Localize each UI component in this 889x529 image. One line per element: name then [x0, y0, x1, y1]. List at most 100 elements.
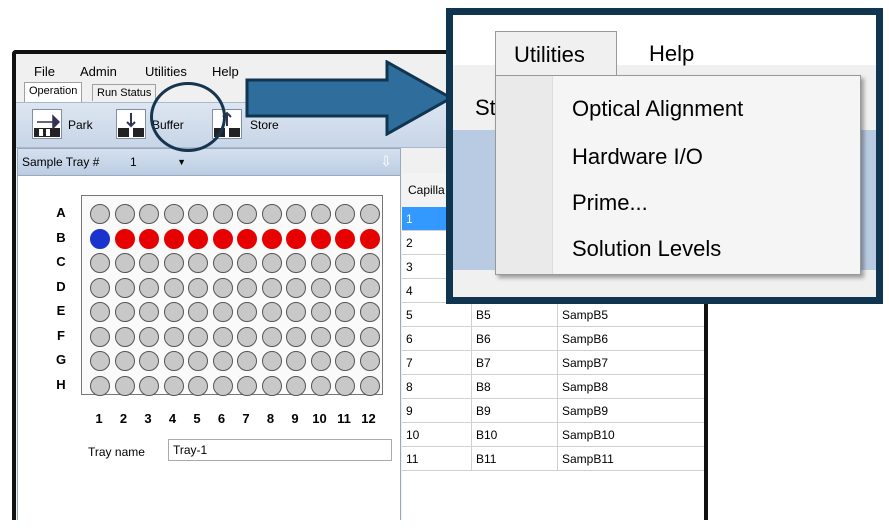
well-g8[interactable] [261, 351, 282, 371]
well-d4[interactable] [163, 277, 184, 298]
menu-item-hardware-io[interactable]: Hardware I/O [572, 144, 703, 170]
well-f11[interactable] [335, 326, 355, 347]
well-d12[interactable] [359, 277, 380, 298]
well-a2[interactable] [114, 204, 135, 224]
well-f8[interactable] [261, 326, 282, 347]
well-h2[interactable] [114, 375, 135, 396]
well-g5[interactable] [188, 351, 208, 371]
well-g6[interactable] [212, 351, 233, 371]
well-b10[interactable] [310, 228, 331, 249]
well-f4[interactable] [163, 326, 184, 347]
capillary-column-header[interactable]: Capilla [408, 183, 445, 197]
well-g9[interactable] [286, 351, 306, 371]
well-a5[interactable] [188, 204, 208, 224]
well-e6[interactable] [212, 302, 233, 322]
well-e10[interactable] [310, 302, 331, 322]
well-a7[interactable] [237, 204, 257, 224]
well-e5[interactable] [188, 302, 208, 322]
well-f9[interactable] [286, 326, 306, 347]
menu-admin[interactable]: Admin [80, 64, 117, 79]
well-f5[interactable] [188, 326, 208, 347]
well-d8[interactable] [261, 277, 282, 298]
well-f1[interactable] [90, 326, 110, 347]
well-h8[interactable] [261, 375, 282, 396]
well-d3[interactable] [139, 277, 159, 298]
well-a9[interactable] [286, 204, 306, 224]
well-e11[interactable] [335, 302, 355, 322]
menu-item-optical-alignment[interactable]: Optical Alignment [572, 96, 743, 122]
sample-tray-select[interactable]: 1 ▼ [130, 153, 190, 171]
table-row[interactable]: 11 B11 SampB11 [402, 447, 704, 471]
well-e3[interactable] [139, 302, 159, 322]
well-g12[interactable] [359, 351, 380, 371]
well-d1[interactable] [90, 277, 110, 298]
well-c8[interactable] [261, 253, 282, 273]
well-c1[interactable] [90, 253, 110, 273]
well-f7[interactable] [237, 326, 257, 347]
well-c10[interactable] [310, 253, 331, 273]
well-f12[interactable] [359, 326, 380, 347]
well-b9[interactable] [286, 228, 306, 249]
well-h12[interactable] [359, 375, 380, 396]
well-g11[interactable] [335, 351, 355, 371]
buffer-icon[interactable] [116, 109, 146, 139]
well-h9[interactable] [286, 375, 306, 396]
well-d6[interactable] [212, 277, 233, 298]
well-c2[interactable] [114, 253, 135, 273]
well-f6[interactable] [212, 326, 233, 347]
well-h11[interactable] [335, 375, 355, 396]
well-e1[interactable] [90, 302, 110, 322]
well-h6[interactable] [212, 375, 233, 396]
table-row[interactable]: 7 B7 SampB7 [402, 351, 704, 375]
well-e7[interactable] [237, 302, 257, 322]
well-g4[interactable] [163, 351, 184, 371]
well-f10[interactable] [310, 326, 331, 347]
table-row[interactable]: 9 B9 SampB9 [402, 399, 704, 423]
menu-item-prime[interactable]: Prime... [572, 190, 648, 216]
well-e4[interactable] [163, 302, 184, 322]
well-d9[interactable] [286, 277, 306, 298]
well-b12[interactable] [359, 228, 380, 249]
tab-operation[interactable]: Operation [24, 82, 83, 102]
well-d2[interactable] [114, 277, 135, 298]
well-g3[interactable] [139, 351, 159, 371]
well-b2[interactable] [114, 228, 135, 249]
well-b3[interactable] [139, 228, 159, 249]
well-a3[interactable] [139, 204, 159, 224]
well-h4[interactable] [163, 375, 184, 396]
well-e12[interactable] [359, 302, 380, 322]
well-e2[interactable] [114, 302, 135, 322]
menu-file[interactable]: File [34, 64, 55, 79]
well-b4[interactable] [163, 228, 184, 249]
well-c3[interactable] [139, 253, 159, 273]
well-g1[interactable] [90, 351, 110, 371]
menu-item-solution-levels[interactable]: Solution Levels [572, 236, 721, 262]
well-d11[interactable] [335, 277, 355, 298]
well-h10[interactable] [310, 375, 331, 396]
download-icon[interactable]: ⇩ [380, 153, 392, 170]
well-h3[interactable] [139, 375, 159, 396]
well-f2[interactable] [114, 326, 135, 347]
well-h5[interactable] [188, 375, 208, 396]
well-a6[interactable] [212, 204, 233, 224]
well-c4[interactable] [163, 253, 184, 273]
zoom-menu-utilities[interactable]: Utilities [495, 31, 617, 75]
well-b8[interactable] [261, 228, 282, 249]
well-a1[interactable] [90, 204, 110, 224]
well-d5[interactable] [188, 277, 208, 298]
well-e8[interactable] [261, 302, 282, 322]
park-icon[interactable] [32, 109, 62, 139]
well-b5[interactable] [188, 228, 208, 249]
well-c12[interactable] [359, 253, 380, 273]
well-b11[interactable] [335, 228, 355, 249]
well-a8[interactable] [261, 204, 282, 224]
well-c7[interactable] [237, 253, 257, 273]
well-c9[interactable] [286, 253, 306, 273]
well-a11[interactable] [335, 204, 355, 224]
well-a10[interactable] [310, 204, 331, 224]
well-b1[interactable] [90, 228, 110, 249]
well-a12[interactable] [359, 204, 380, 224]
well-g7[interactable] [237, 351, 257, 371]
well-d10[interactable] [310, 277, 331, 298]
well-h1[interactable] [90, 375, 110, 396]
